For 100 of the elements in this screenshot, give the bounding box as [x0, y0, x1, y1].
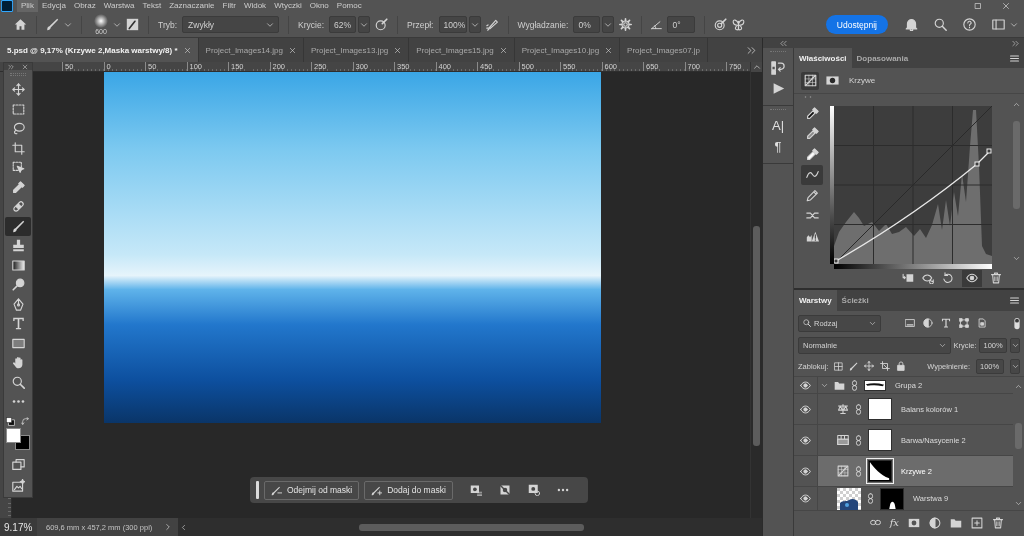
smoothing-field[interactable]: 0%: [573, 16, 601, 33]
drag-handle[interactable]: [256, 481, 259, 499]
scrollbar-thumb[interactable]: [359, 523, 585, 531]
layer-effects-button[interactable]: fx: [889, 517, 899, 528]
caret-icon[interactable]: [113, 20, 121, 29]
panel-tab[interactable]: Właściwości: [794, 48, 852, 68]
search-icon[interactable]: [934, 18, 947, 31]
notification-bell-icon[interactable]: [905, 18, 918, 31]
panel-menu-icon[interactable]: [1010, 53, 1019, 63]
brush-icon[interactable]: [849, 361, 859, 371]
caret-icon[interactable]: [1010, 20, 1018, 29]
close-icon[interactable]: [499, 46, 507, 54]
caret-right-icon[interactable]: [164, 523, 173, 531]
adjustment-view-button[interactable]: [801, 71, 819, 90]
document-tab[interactable]: 5.psd @ 9,17% (Krzywe 2,Maska warstwy/8) *: [0, 38, 199, 62]
eye-icon[interactable]: [800, 434, 811, 446]
panel-tab[interactable]: Dopasowania: [851, 48, 914, 68]
close-icon[interactable]: [22, 63, 28, 70]
flow-field[interactable]: 100%: [438, 16, 467, 33]
menu-item[interactable]: Filtr: [218, 0, 240, 12]
mask-thumbnail[interactable]: [868, 460, 892, 482]
mask-invert-icon[interactable]: [527, 484, 540, 496]
character-panel-button[interactable]: A|: [766, 115, 790, 136]
eye-icon[interactable]: [800, 493, 811, 504]
menu-item[interactable]: Tekst: [138, 0, 166, 12]
menu-item[interactable]: Pomoc: [332, 0, 366, 12]
trash-icon[interactable]: [990, 272, 1002, 284]
opacity-dropdown-button[interactable]: [1010, 338, 1020, 353]
filter-toggle-icon[interactable]: [1014, 316, 1020, 330]
workspace-icon[interactable]: [992, 18, 1005, 31]
settings-icon[interactable]: [619, 18, 633, 31]
panel-menu-icon[interactable]: [1010, 296, 1019, 305]
view-previous-icon[interactable]: [922, 272, 934, 284]
mask-options-icon[interactable]: [469, 484, 482, 496]
panel-tab[interactable]: Ścieżki: [836, 290, 874, 311]
caret-up-icon[interactable]: [752, 63, 761, 71]
preview-toggle[interactable]: [962, 269, 982, 287]
mask-brush-button[interactable]: Dodaj do maski: [364, 480, 453, 500]
share-button[interactable]: Udostępnij: [825, 15, 888, 34]
link-layers-icon[interactable]: [869, 517, 881, 528]
swap-arrow-icon[interactable]: [21, 416, 30, 426]
eye-icon[interactable]: [800, 465, 811, 477]
pressure-size-icon[interactable]: [714, 18, 728, 31]
panel-tab[interactable]: Warstwy: [794, 290, 837, 311]
mask-thumbnail[interactable]: [864, 379, 886, 391]
artboard-icon[interactable]: [880, 361, 891, 371]
restore-icon[interactable]: [974, 2, 982, 10]
paragraph-panel-button[interactable]: ¶: [766, 136, 790, 157]
smart-object-filter-icon[interactable]: [977, 318, 987, 328]
angle-icon[interactable]: [651, 19, 663, 30]
caret-left-icon[interactable]: [180, 523, 188, 531]
brush-panel-icon[interactable]: [126, 18, 139, 31]
menu-item[interactable]: Obraz: [69, 0, 100, 12]
tool-button[interactable]: [5, 216, 31, 236]
help-icon[interactable]: [963, 18, 976, 31]
default-colors-icon[interactable]: [6, 416, 15, 426]
close-icon[interactable]: [183, 46, 191, 54]
folder-icon[interactable]: [950, 516, 962, 529]
brush-icon[interactable]: [46, 18, 59, 31]
lock-pixels-icon[interactable]: [834, 361, 844, 371]
butterfly-icon[interactable]: [732, 18, 746, 31]
scrollbar-thumb[interactable]: [753, 226, 760, 446]
angle-field[interactable]: 0°: [667, 16, 696, 33]
menu-item[interactable]: Warstwa: [99, 0, 139, 12]
mask-thumbnail[interactable]: [880, 487, 904, 510]
fill-dropdown-button[interactable]: [1010, 358, 1020, 374]
eye-icon[interactable]: [800, 379, 811, 391]
mask-thumbnail[interactable]: [868, 429, 892, 451]
sparkle-image-icon[interactable]: [11, 478, 25, 492]
add-mask-icon[interactable]: [908, 516, 920, 529]
opacity-field[interactable]: 62%: [329, 16, 357, 33]
eye-icon[interactable]: [800, 403, 811, 415]
menu-item[interactable]: Wtyczki: [270, 0, 306, 12]
caret-up-icon[interactable]: [1012, 101, 1020, 108]
home-icon[interactable]: [14, 18, 27, 31]
shape-filter-icon[interactable]: [959, 318, 969, 328]
double-chevron-icon[interactable]: [747, 45, 756, 55]
mask-brush-button[interactable]: Odejmij od maski: [264, 480, 360, 500]
airbrush-icon[interactable]: [485, 18, 499, 31]
pressure-opacity-icon[interactable]: [375, 18, 389, 31]
reset-icon[interactable]: [942, 272, 954, 284]
menu-item[interactable]: Zaznaczanie: [165, 0, 219, 12]
caret-down-icon[interactable]: [1012, 255, 1020, 262]
menu-item[interactable]: Plik: [17, 0, 38, 12]
zoom-level-field[interactable]: 9.17%: [0, 518, 37, 536]
clip-to-layer-icon[interactable]: [902, 272, 914, 284]
lock-icon[interactable]: [896, 361, 907, 371]
close-icon[interactable]: [288, 46, 296, 54]
mode-dropdown[interactable]: Zwykły: [182, 16, 280, 33]
curve-tool-button[interactable]: [801, 164, 823, 185]
menu-item[interactable]: Okno: [305, 0, 333, 12]
menu-item[interactable]: Widok: [239, 0, 271, 12]
move-arrows-icon[interactable]: [864, 361, 875, 371]
menu-item[interactable]: Edycja: [37, 0, 70, 12]
type-filter-icon[interactable]: [941, 318, 951, 328]
caret-up-icon[interactable]: [1015, 383, 1022, 390]
new-layer-icon[interactable]: [971, 516, 983, 529]
close-icon[interactable]: [605, 46, 613, 54]
trash-icon[interactable]: [992, 516, 1004, 529]
overlapping-windows-icon[interactable]: [11, 457, 25, 471]
